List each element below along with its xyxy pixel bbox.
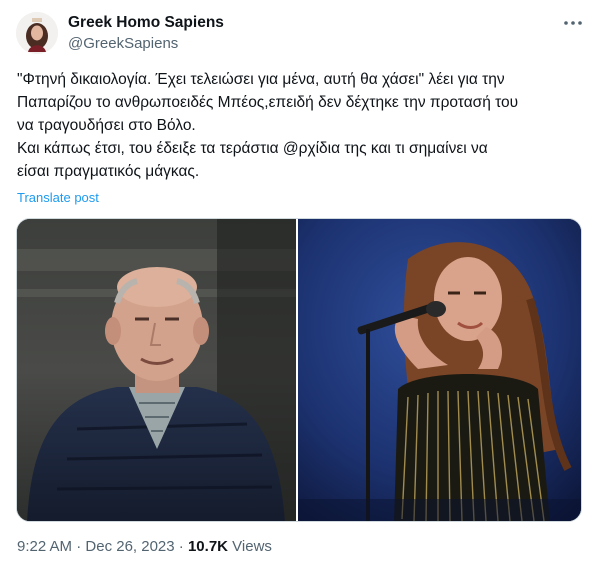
author-handle[interactable]: @GreekSapiens: [68, 35, 178, 52]
tweet-time[interactable]: 9:22 AM: [17, 538, 72, 555]
avatar-image: [16, 12, 58, 54]
photo-singer-image: [298, 219, 581, 521]
tweet-text: "Φτηνή δικαιολογία. Έχει τελειώσει για μ…: [17, 71, 519, 180]
translate-post-link[interactable]: Translate post: [17, 190, 99, 205]
media-photo-singer[interactable]: [296, 219, 581, 521]
tweet-meta: 9:22 AM · Dec 26, 2023 · 10.7K Views: [17, 538, 272, 555]
avatar[interactable]: [16, 12, 58, 54]
views-label: Views: [228, 538, 272, 555]
tweet-date[interactable]: Dec 26, 2023: [85, 538, 174, 555]
more-options-button[interactable]: [560, 12, 586, 34]
media-photo-man[interactable]: [17, 219, 296, 521]
more-horizontal-icon: [564, 21, 582, 25]
meta-separator-2: ·: [174, 538, 188, 555]
meta-separator: ·: [72, 538, 86, 555]
views-count: 10.7K: [187, 538, 228, 555]
tweet-card: Greek Homo Sapiens @GreekSapiens "Φτηνή …: [0, 0, 598, 566]
tweet-media[interactable]: [16, 218, 582, 522]
photo-man-image: [17, 219, 296, 521]
author-display-name[interactable]: Greek Homo Sapiens: [68, 14, 224, 32]
